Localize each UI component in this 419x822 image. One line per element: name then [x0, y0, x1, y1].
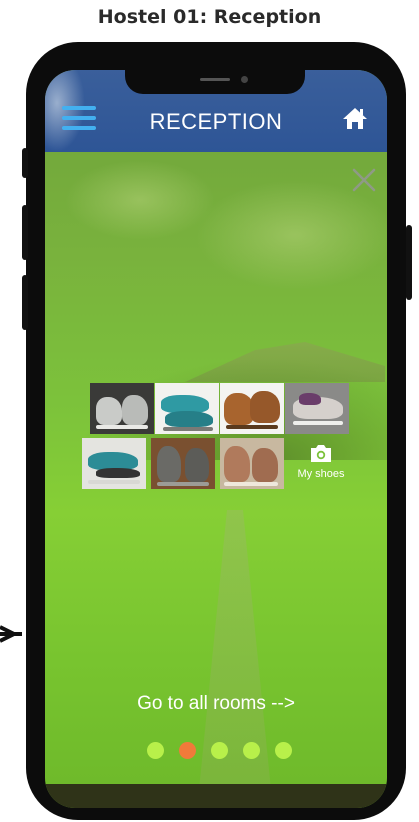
background-ground: [45, 784, 387, 808]
shoe-photo-7[interactable]: [220, 438, 284, 489]
add-shoe-label: My shoes: [297, 468, 345, 480]
shoe-photo-6[interactable]: [151, 438, 215, 489]
shoe-photo-3[interactable]: [220, 383, 284, 434]
add-shoe-photo-button[interactable]: My shoes: [288, 438, 354, 489]
shoe-photo-2[interactable]: [155, 383, 219, 434]
home-icon[interactable]: [342, 106, 368, 130]
page-title: RECEPTION: [149, 109, 283, 134]
background-cloud: [65, 160, 215, 240]
front-camera: [241, 76, 248, 83]
phone-notch: [125, 70, 305, 94]
app-header: RECEPTION: [45, 70, 387, 152]
shoe-gallery: My shoes: [82, 383, 355, 489]
page-dot[interactable]: [243, 742, 260, 759]
shoe-photo-5[interactable]: [82, 438, 146, 489]
background-path: [195, 510, 275, 808]
page-dot[interactable]: [275, 742, 292, 759]
go-to-all-rooms-link[interactable]: Go to all rooms -->: [45, 693, 387, 715]
page-indicator: [147, 742, 297, 760]
page-dot[interactable]: [211, 742, 228, 759]
shoe-photo-1[interactable]: [90, 383, 154, 434]
close-icon[interactable]: [351, 167, 377, 193]
background-cloud: [195, 180, 387, 290]
phone-volume-up-button: [22, 205, 28, 260]
hamburger-menu-icon[interactable]: [62, 106, 96, 130]
app-screen: RECEPTION My shoes Go to all rooms -->: [45, 70, 387, 808]
shoe-photo-4[interactable]: [285, 383, 349, 434]
speaker-grille: [200, 78, 230, 81]
phone-side-button: [22, 148, 28, 178]
page-caption: Hostel 01: Reception: [97, 6, 322, 28]
page-dot-active[interactable]: [179, 742, 196, 759]
camera-icon: [311, 445, 331, 462]
arrow-right-icon: [0, 625, 22, 643]
page-dot[interactable]: [147, 742, 164, 759]
phone-power-button: [406, 225, 412, 300]
phone-volume-down-button: [22, 275, 28, 330]
